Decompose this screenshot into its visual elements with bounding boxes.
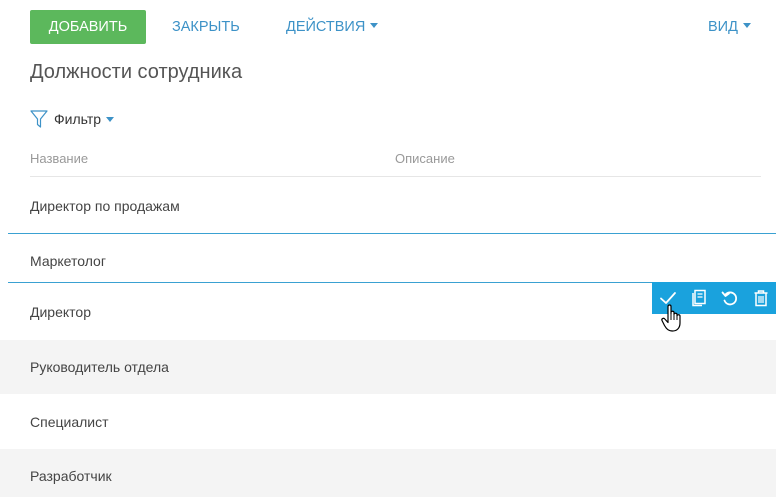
funnel-icon [30,110,48,128]
row-name: Разработчик [30,468,112,484]
view-menu-label: ВИД [708,19,738,35]
undo-icon [721,291,737,306]
save-row-button[interactable] [652,282,683,314]
close-button[interactable]: ЗАКРЫТЬ [172,10,240,44]
row-name: Руководитель отдела [30,359,169,375]
chevron-down-icon [370,22,379,28]
filter-label: Фильтр [54,111,102,127]
copy-row-button[interactable] [683,282,714,314]
check-icon [659,292,676,304]
header-divider [30,176,761,177]
trash-icon [754,290,767,307]
page-title: Должности сотрудника [30,61,243,83]
chevron-down-icon [106,116,115,122]
add-button[interactable]: ДОБАВИТЬ [30,10,146,44]
filter-button[interactable]: Фильтр [30,107,115,131]
page: ДОБАВИТЬ ЗАКРЫТЬ ДЕЙСТВИЯ ВИД Должности … [0,0,776,497]
row-actions-panel [652,282,776,314]
delete-row-button[interactable] [745,282,776,314]
view-menu-button[interactable]: ВИД [708,10,751,44]
copy-icon [691,289,706,307]
row-name: Специалист [30,414,109,430]
table-row[interactable]: Разработчик [0,449,776,497]
table-row[interactable]: Специалист [0,395,776,449]
actions-menu-label: ДЕЙСТВИЯ [286,19,366,35]
row-name: Директор [30,304,91,320]
row-name: Маркетолог [30,253,106,269]
undo-row-button[interactable] [714,282,745,314]
actions-menu-button[interactable]: ДЕЙСТВИЯ [286,10,379,44]
table-row[interactable]: Маркетолог [0,234,776,288]
chevron-down-icon [742,22,751,28]
table-row[interactable]: Директор по продажам [0,179,776,233]
column-header-name[interactable]: Название [30,151,88,166]
column-header-description[interactable]: Описание [395,151,455,166]
table-row[interactable]: Руководитель отдела [0,340,776,394]
row-name: Директор по продажам [30,198,180,214]
close-button-label: ЗАКРЫТЬ [172,19,240,35]
